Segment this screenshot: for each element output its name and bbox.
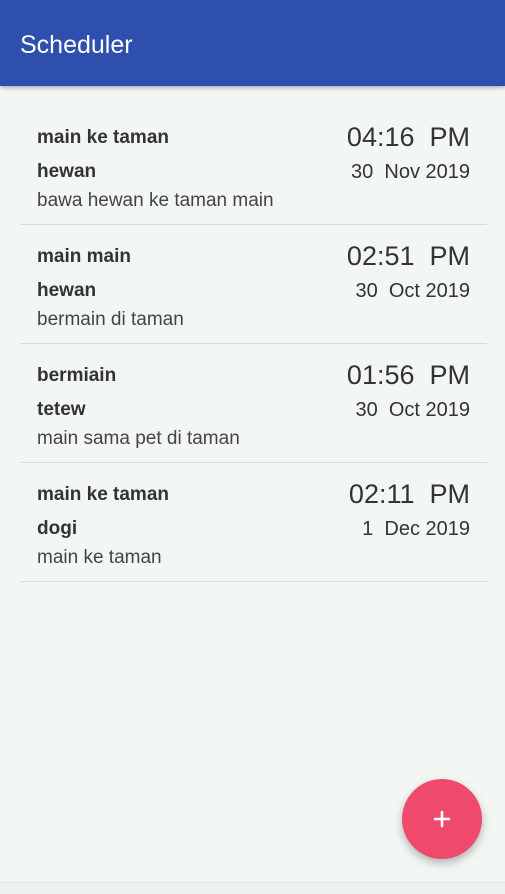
schedule-time: 02:51 PM — [346, 241, 470, 271]
schedule-title: bermiain — [37, 365, 117, 386]
schedule-description: main sama pet di taman — [37, 428, 240, 449]
schedule-description: bawa hewan ke taman main — [37, 190, 274, 211]
schedule-title: main ke taman — [37, 484, 169, 505]
plus-icon — [430, 807, 454, 831]
schedule-title: main ke taman — [37, 127, 169, 148]
schedule-time: 04:16 PM — [346, 122, 470, 152]
schedule-category: hewan — [37, 161, 97, 182]
schedule-item[interactable]: main ke taman dogi main ke taman 02:11 P… — [20, 464, 487, 582]
schedule-description: bermain di taman — [37, 309, 184, 330]
schedule-date: 30 Nov 2019 — [351, 161, 470, 183]
app-title: Scheduler — [20, 31, 133, 59]
schedule-item[interactable]: main ke taman hewan bawa hewan ke taman … — [20, 107, 487, 225]
schedule-list: main ke taman hewan bawa hewan ke taman … — [20, 107, 487, 583]
schedule-date: 1 Dec 2019 — [362, 518, 470, 540]
schedule-date: 30 Oct 2019 — [355, 399, 470, 421]
schedule-date: 30 Oct 2019 — [355, 280, 470, 302]
schedule-item[interactable]: main main hewan bermain di taman 02:51 P… — [20, 226, 487, 344]
schedule-time: 01:56 PM — [346, 360, 470, 390]
schedule-category: tetew — [37, 399, 86, 420]
schedule-time: 02:11 PM — [348, 479, 470, 509]
schedule-description: main ke taman — [37, 547, 162, 568]
schedule-category: dogi — [37, 518, 78, 539]
schedule-category: hewan — [37, 280, 97, 301]
top-app-bar: Scheduler — [0, 0, 505, 86]
add-schedule-button[interactable] — [402, 779, 482, 859]
schedule-item[interactable]: bermiain tetew main sama pet di taman 01… — [20, 345, 487, 463]
bottom-strip — [0, 882, 505, 894]
schedule-title: main main — [37, 246, 131, 267]
